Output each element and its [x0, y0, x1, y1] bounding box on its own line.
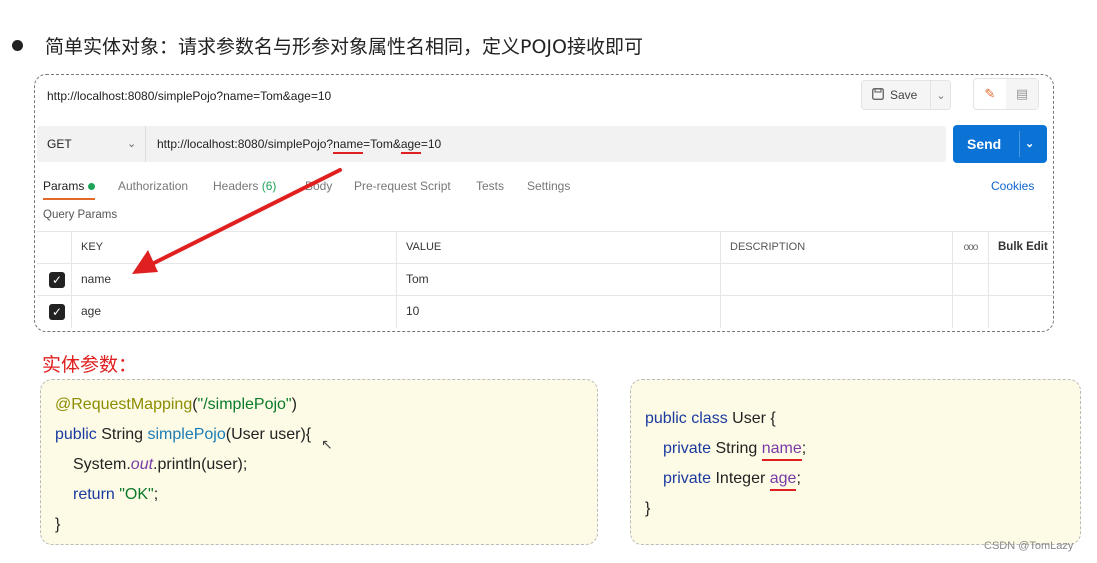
code-line: }	[645, 500, 651, 517]
mouse-cursor-icon: ↖	[321, 437, 333, 453]
code-line: private Integer age;	[663, 470, 801, 491]
watermark: CSDN @TomLazy	[984, 540, 1074, 552]
pojo-code-box: public class User { private String name;…	[630, 379, 1081, 545]
code-line: public String simplePojo(User user){	[55, 426, 312, 443]
code-line: }	[55, 516, 61, 533]
field-name: name	[761, 440, 802, 461]
field-age: age	[769, 470, 797, 491]
code-line: System.out.println(user);	[73, 456, 248, 473]
controller-code-box: @RequestMapping("/simplePojo") public St…	[40, 379, 598, 545]
code-line: @RequestMapping("/simplePojo")	[55, 396, 297, 413]
code-line: return "OK";	[73, 486, 159, 503]
code-line: private String name;	[663, 440, 806, 461]
entity-params-label: 实体参数：	[42, 354, 138, 376]
code-line: public class User {	[645, 410, 776, 427]
